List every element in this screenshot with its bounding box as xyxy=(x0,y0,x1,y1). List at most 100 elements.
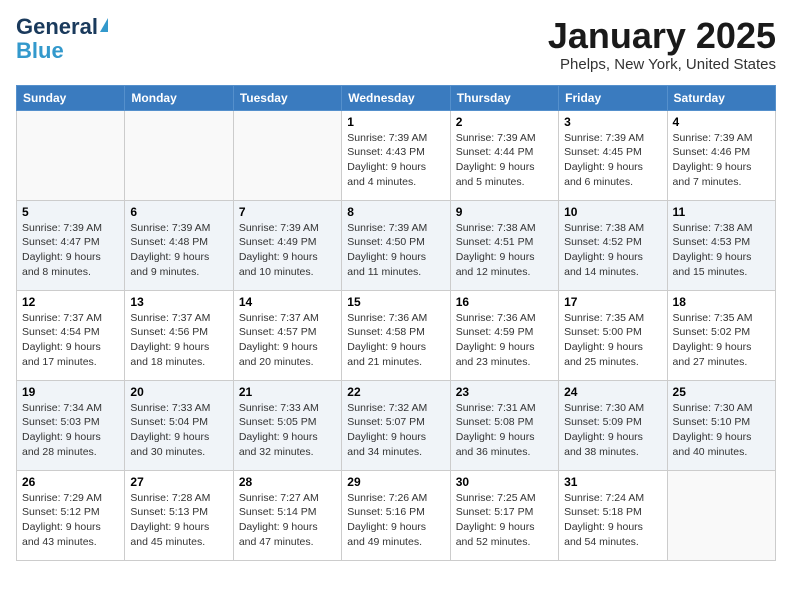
day-number: 9 xyxy=(456,205,553,219)
calendar-cell: 8 Sunrise: 7:39 AMSunset: 4:50 PMDaylight… xyxy=(342,200,450,290)
calendar-cell: 1Sunrise: 7:39 AMSunset: 4:43 PMDaylight… xyxy=(342,110,450,200)
calendar-cell: 25 Sunrise: 7:30 AMSunset: 5:10 PMDayligh… xyxy=(667,380,775,470)
calendar-cell: 27 Sunrise: 7:28 AMSunset: 5:13 PMDayligh… xyxy=(125,470,233,560)
day-info: Sunrise: 7:38 AMSunset: 4:53 PMDaylight:… xyxy=(673,221,770,280)
logo-blue-text: Blue xyxy=(16,38,64,64)
day-info: Sunrise: 7:39 AMSunset: 4:47 PMDaylight:… xyxy=(22,221,119,280)
day-number: 14 xyxy=(239,295,336,309)
day-info: Sunrise: 7:33 AMSunset: 5:05 PMDaylight:… xyxy=(239,401,336,460)
day-info: Sunrise: 7:24 AMSunset: 5:18 PMDaylight:… xyxy=(564,491,661,550)
day-info: Sunrise: 7:37 AMSunset: 4:56 PMDaylight:… xyxy=(130,311,227,370)
day-number: 11 xyxy=(673,205,770,219)
day-number: 27 xyxy=(130,475,227,489)
calendar-cell: 31 Sunrise: 7:24 AMSunset: 5:18 PMDayligh… xyxy=(559,470,667,560)
calendar-cell: 20 Sunrise: 7:33 AMSunset: 5:04 PMDayligh… xyxy=(125,380,233,470)
month-title: January 2025 xyxy=(548,16,776,56)
day-info: Sunrise: 7:29 AMSunset: 5:12 PMDaylight:… xyxy=(22,491,119,550)
col-header-friday: Friday xyxy=(559,85,667,110)
day-info: Sunrise: 7:36 AMSunset: 4:58 PMDaylight:… xyxy=(347,311,444,370)
day-number: 13 xyxy=(130,295,227,309)
calendar-table: SundayMondayTuesdayWednesdayThursdayFrid… xyxy=(16,85,776,561)
calendar-cell: 30Sunrise: 7:25 AMSunset: 5:17 PMDayligh… xyxy=(450,470,558,560)
col-header-sunday: Sunday xyxy=(17,85,125,110)
day-info: Sunrise: 7:35 AMSunset: 5:02 PMDaylight:… xyxy=(673,311,770,370)
day-info: Sunrise: 7:32 AMSunset: 5:07 PMDaylight:… xyxy=(347,401,444,460)
day-number: 15 xyxy=(347,295,444,309)
day-number: 4 xyxy=(673,115,770,129)
calendar-cell xyxy=(667,470,775,560)
calendar-cell: 21 Sunrise: 7:33 AMSunset: 5:05 PMDayligh… xyxy=(233,380,341,470)
page-header: General Blue January 2025 Phelps, New Yo… xyxy=(16,16,776,73)
calendar-cell: 9Sunrise: 7:38 AMSunset: 4:51 PMDaylight… xyxy=(450,200,558,290)
day-number: 17 xyxy=(564,295,661,309)
day-info: Sunrise: 7:27 AMSunset: 5:14 PMDaylight:… xyxy=(239,491,336,550)
calendar-cell: 23 Sunrise: 7:31 AMSunset: 5:08 PMDayligh… xyxy=(450,380,558,470)
day-number: 23 xyxy=(456,385,553,399)
day-number: 20 xyxy=(130,385,227,399)
day-info: Sunrise: 7:36 AMSunset: 4:59 PMDaylight:… xyxy=(456,311,553,370)
day-number: 8 xyxy=(347,205,444,219)
calendar-cell: 5 Sunrise: 7:39 AMSunset: 4:47 PMDaylight… xyxy=(17,200,125,290)
calendar-cell: 4 Sunrise: 7:39 AMSunset: 4:46 PMDaylight… xyxy=(667,110,775,200)
day-number: 6 xyxy=(130,205,227,219)
day-number: 10 xyxy=(564,205,661,219)
logo-triangle-icon xyxy=(100,18,108,32)
calendar-cell: 15 Sunrise: 7:36 AMSunset: 4:58 PMDayligh… xyxy=(342,290,450,380)
calendar-cell: 18 Sunrise: 7:35 AMSunset: 5:02 PMDayligh… xyxy=(667,290,775,380)
day-info: Sunrise: 7:31 AMSunset: 5:08 PMDaylight:… xyxy=(456,401,553,460)
day-number: 3 xyxy=(564,115,661,129)
day-info: Sunrise: 7:35 AMSunset: 5:00 PMDaylight:… xyxy=(564,311,661,370)
day-number: 28 xyxy=(239,475,336,489)
calendar-cell: 28 Sunrise: 7:27 AMSunset: 5:14 PMDayligh… xyxy=(233,470,341,560)
day-number: 24 xyxy=(564,385,661,399)
day-info: Sunrise: 7:37 AMSunset: 4:57 PMDaylight:… xyxy=(239,311,336,370)
day-number: 30 xyxy=(456,475,553,489)
calendar-cell: 16 Sunrise: 7:36 AMSunset: 4:59 PMDayligh… xyxy=(450,290,558,380)
calendar-cell: 10 Sunrise: 7:38 AMSunset: 4:52 PMDayligh… xyxy=(559,200,667,290)
calendar-cell: 11 Sunrise: 7:38 AMSunset: 4:53 PMDayligh… xyxy=(667,200,775,290)
day-info: Sunrise: 7:39 AMSunset: 4:50 PMDaylight:… xyxy=(347,221,444,280)
day-info: Sunrise: 7:39 AMSunset: 4:49 PMDaylight:… xyxy=(239,221,336,280)
col-header-saturday: Saturday xyxy=(667,85,775,110)
calendar-cell xyxy=(233,110,341,200)
day-info: Sunrise: 7:37 AMSunset: 4:54 PMDaylight:… xyxy=(22,311,119,370)
calendar-cell: 6 Sunrise: 7:39 AMSunset: 4:48 PMDaylight… xyxy=(125,200,233,290)
day-number: 22 xyxy=(347,385,444,399)
day-info: Sunrise: 7:39 AMSunset: 4:44 PMDaylight:… xyxy=(456,131,553,190)
day-info: Sunrise: 7:30 AMSunset: 5:10 PMDaylight:… xyxy=(673,401,770,460)
calendar-header: SundayMondayTuesdayWednesdayThursdayFrid… xyxy=(17,85,776,110)
day-number: 25 xyxy=(673,385,770,399)
day-number: 19 xyxy=(22,385,119,399)
calendar-cell: 26Sunrise: 7:29 AMSunset: 5:12 PMDayligh… xyxy=(17,470,125,560)
day-info: Sunrise: 7:39 AMSunset: 4:48 PMDaylight:… xyxy=(130,221,227,280)
day-info: Sunrise: 7:39 AMSunset: 4:43 PMDaylight:… xyxy=(347,131,444,190)
day-number: 18 xyxy=(673,295,770,309)
calendar-cell: 12Sunrise: 7:37 AMSunset: 4:54 PMDayligh… xyxy=(17,290,125,380)
logo: General Blue xyxy=(16,16,108,64)
day-number: 5 xyxy=(22,205,119,219)
day-number: 29 xyxy=(347,475,444,489)
location-subtitle: Phelps, New York, United States xyxy=(548,56,776,73)
day-info: Sunrise: 7:39 AMSunset: 4:45 PMDaylight:… xyxy=(564,131,661,190)
day-info: Sunrise: 7:30 AMSunset: 5:09 PMDaylight:… xyxy=(564,401,661,460)
calendar-cell: 29 Sunrise: 7:26 AMSunset: 5:16 PMDayligh… xyxy=(342,470,450,560)
calendar-cell: 2Sunrise: 7:39 AMSunset: 4:44 PMDaylight… xyxy=(450,110,558,200)
day-number: 31 xyxy=(564,475,661,489)
day-info: Sunrise: 7:38 AMSunset: 4:52 PMDaylight:… xyxy=(564,221,661,280)
calendar-cell: 22 Sunrise: 7:32 AMSunset: 5:07 PMDayligh… xyxy=(342,380,450,470)
day-info: Sunrise: 7:39 AMSunset: 4:46 PMDaylight:… xyxy=(673,131,770,190)
calendar-cell: 3 Sunrise: 7:39 AMSunset: 4:45 PMDaylight… xyxy=(559,110,667,200)
title-block: January 2025 Phelps, New York, United St… xyxy=(548,16,776,73)
day-info: Sunrise: 7:28 AMSunset: 5:13 PMDaylight:… xyxy=(130,491,227,550)
day-info: Sunrise: 7:26 AMSunset: 5:16 PMDaylight:… xyxy=(347,491,444,550)
calendar-cell: 19Sunrise: 7:34 AMSunset: 5:03 PMDayligh… xyxy=(17,380,125,470)
day-info: Sunrise: 7:33 AMSunset: 5:04 PMDaylight:… xyxy=(130,401,227,460)
day-number: 7 xyxy=(239,205,336,219)
col-header-monday: Monday xyxy=(125,85,233,110)
col-header-wednesday: Wednesday xyxy=(342,85,450,110)
col-header-thursday: Thursday xyxy=(450,85,558,110)
day-number: 21 xyxy=(239,385,336,399)
calendar-cell: 13 Sunrise: 7:37 AMSunset: 4:56 PMDayligh… xyxy=(125,290,233,380)
day-number: 16 xyxy=(456,295,553,309)
calendar-cell: 24 Sunrise: 7:30 AMSunset: 5:09 PMDayligh… xyxy=(559,380,667,470)
